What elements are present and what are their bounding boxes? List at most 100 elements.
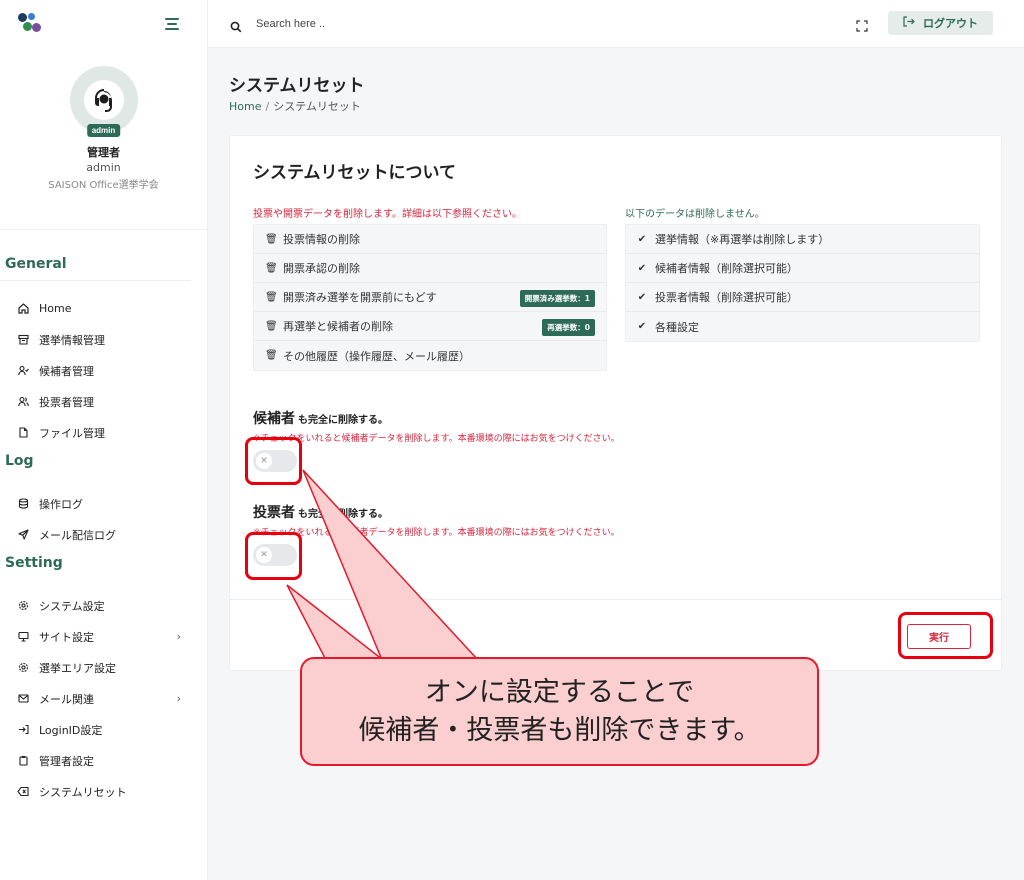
annotation-callout: オンに設定することで 候補者・投票者も削除できます。	[300, 657, 819, 766]
breadcrumb-home[interactable]: Home	[229, 100, 261, 113]
sidebar-item-label: システム設定	[39, 599, 105, 613]
sidebar-item-mail-log[interactable]: メール配信ログ	[0, 519, 207, 550]
logo-bar	[0, 0, 207, 48]
check-icon: ✔	[637, 291, 647, 303]
check-icon: ✔	[637, 262, 647, 274]
count-badge: 再選挙数：0	[542, 319, 595, 336]
list-item-label: 開票承認の削除	[283, 262, 360, 275]
count-badge: 開票済み選挙数：1	[519, 290, 595, 307]
profile-organization: SAISON Office選挙学会	[48, 180, 159, 191]
list-item: ✔ 選挙情報（※再選挙は削除します）	[626, 225, 979, 254]
database-icon	[17, 498, 29, 510]
list-item: 🗑 開票承認の削除	[254, 254, 606, 283]
voter-option-title: 投票者 も完全に削除する。	[253, 502, 388, 522]
file-icon	[17, 427, 29, 439]
sidebar-item-site-settings[interactable]: サイト設定 ›	[0, 621, 207, 652]
list-item-label: 再選挙と候補者の削除	[283, 320, 393, 333]
general-nav: Home 選挙情報管理 候補者管理 投票者管理 ファイル管理	[0, 293, 207, 448]
keep-list: ✔ 選挙情報（※再選挙は削除します） ✔ 候補者情報（削除選択可能） ✔ 投票者情報（…	[625, 224, 980, 342]
page-title: システムリセット	[229, 76, 365, 96]
sidebar-item-loginid[interactable]: LoginID設定	[0, 714, 207, 745]
delete-heading: 投票や開票データを削除します。詳細は以下参照ください。	[253, 209, 522, 220]
search-input[interactable]	[256, 17, 556, 30]
annotation-line-1: オンに設定することで	[424, 676, 695, 708]
log-nav: 操作ログ メール配信ログ	[0, 488, 207, 550]
sidebar-item-election-area[interactable]: 選挙エリア設定	[0, 652, 207, 683]
fullscreen-icon[interactable]	[856, 17, 868, 32]
user-check-icon	[17, 365, 29, 377]
card-title: システムリセットについて	[253, 163, 456, 183]
sidebar-item-label: 投票者管理	[39, 395, 94, 409]
trash-icon: 🗑	[265, 262, 278, 274]
candidate-option-title: 候補者 も完全に削除する。	[253, 408, 388, 428]
chevron-right-icon: ›	[176, 692, 181, 705]
card-footer-divider	[230, 599, 1001, 600]
list-item: 🗑 投票情報の削除	[254, 225, 606, 254]
sidebar-item-system-settings[interactable]: システム設定	[0, 590, 207, 621]
sidebar-item-label: 候補者管理	[39, 364, 94, 378]
voter-option-warning: ※チェックをいれると投票者データを削除します。本番環境の際にはお気をつけください…	[253, 528, 620, 538]
highlight-execute-button	[898, 612, 993, 659]
sidebar-item-label: サイト設定	[39, 630, 94, 644]
clipboard-icon	[17, 755, 29, 767]
breadcrumb: Home / システムリセット	[229, 100, 361, 113]
sidebar-item-label: 選挙情報管理	[39, 333, 105, 347]
sidebar-item-label: メール配信ログ	[39, 528, 116, 542]
sidebar-item-election-info[interactable]: 選挙情報管理	[0, 324, 207, 355]
profile-name: 管理者	[87, 146, 120, 159]
logout-button[interactable]: ログアウト	[888, 11, 993, 35]
list-item-label: 投票者情報（削除選択可能）	[655, 291, 798, 304]
check-icon: ✔	[637, 321, 647, 332]
candidate-option-label: 候補者	[253, 411, 295, 427]
login-icon	[17, 724, 29, 736]
send-icon	[17, 529, 29, 541]
sidebar-item-label: LoginID設定	[39, 723, 103, 737]
list-item: ✔ 投票者情報（削除選択可能）	[626, 283, 979, 312]
monitor-icon	[17, 631, 29, 643]
highlight-voter-toggle	[245, 532, 302, 580]
sidebar-item-voters[interactable]: 投票者管理	[0, 386, 207, 417]
sidebar-item-label: 管理者設定	[39, 754, 94, 768]
chevron-right-icon: ›	[176, 630, 181, 643]
sidebar-item-label: 選挙エリア設定	[39, 661, 116, 675]
gear-icon	[17, 662, 29, 674]
sidebar-item-label: ファイル管理	[39, 426, 105, 440]
home-icon	[17, 303, 29, 315]
menu-toggle-icon[interactable]	[165, 18, 179, 30]
logout-icon	[903, 16, 915, 30]
list-item-label: 候補者情報（削除選択可能）	[655, 262, 798, 275]
trash-icon: 🗑	[265, 350, 278, 361]
sidebar-item-operation-log[interactable]: 操作ログ	[0, 488, 207, 519]
list-item: 🗑 再選挙と候補者の削除 再選挙数：0	[254, 312, 606, 341]
sidebar-item-mail[interactable]: メール関連 ›	[0, 683, 207, 714]
avatar-badge: admin	[86, 124, 121, 137]
list-item-label: その他履歴（操作履歴、メール履歴）	[283, 349, 470, 363]
logo[interactable]	[18, 13, 42, 35]
search-icon	[230, 18, 242, 32]
nav-section-general: General	[0, 256, 191, 281]
trash-icon: 🗑	[265, 320, 278, 332]
trash-icon: 🗑	[265, 291, 278, 303]
nav-section-setting: Setting	[5, 555, 63, 571]
profile-panel: admin 管理者 admin SAISON Office選挙学会	[0, 66, 207, 230]
sidebar-item-label: システムリセット	[39, 785, 127, 799]
sidebar-item-files[interactable]: ファイル管理	[0, 417, 207, 448]
sidebar-item-system-reset[interactable]: システムリセット	[0, 776, 207, 807]
sidebar-item-admin-settings[interactable]: 管理者設定	[0, 745, 207, 776]
sidebar-item-candidates[interactable]: 候補者管理	[0, 355, 207, 386]
logout-label: ログアウト	[923, 17, 978, 30]
sidebar-item-home[interactable]: Home	[0, 293, 207, 324]
list-item-label: 選挙情報（※再選挙は削除します）	[655, 233, 830, 246]
highlight-candidate-toggle	[245, 437, 302, 485]
candidate-option-warning: ※チェックをいれると候補者データを削除します。本番環境の際にはお気をつけください…	[253, 434, 620, 444]
list-item: 🗑 その他履歴（操作履歴、メール履歴）	[254, 341, 606, 370]
voter-option-suffix: も完全に削除する。	[298, 509, 388, 520]
sidebar-item-label: Home	[39, 302, 72, 315]
delete-list: 🗑 投票情報の削除 🗑 開票承認の削除 🗑 開票済み選挙を開票前にもどす 開票済み選挙…	[253, 224, 607, 371]
candidate-option-suffix: も完全に削除する。	[298, 415, 388, 426]
sidebar-item-label: 操作ログ	[39, 497, 83, 511]
mail-icon	[17, 693, 29, 705]
headset-user-icon	[83, 80, 124, 120]
list-item: 🗑 開票済み選挙を開票前にもどす 開票済み選挙数：1	[254, 283, 606, 312]
sidebar: admin 管理者 admin SAISON Office選挙学会 Genera…	[0, 0, 208, 880]
